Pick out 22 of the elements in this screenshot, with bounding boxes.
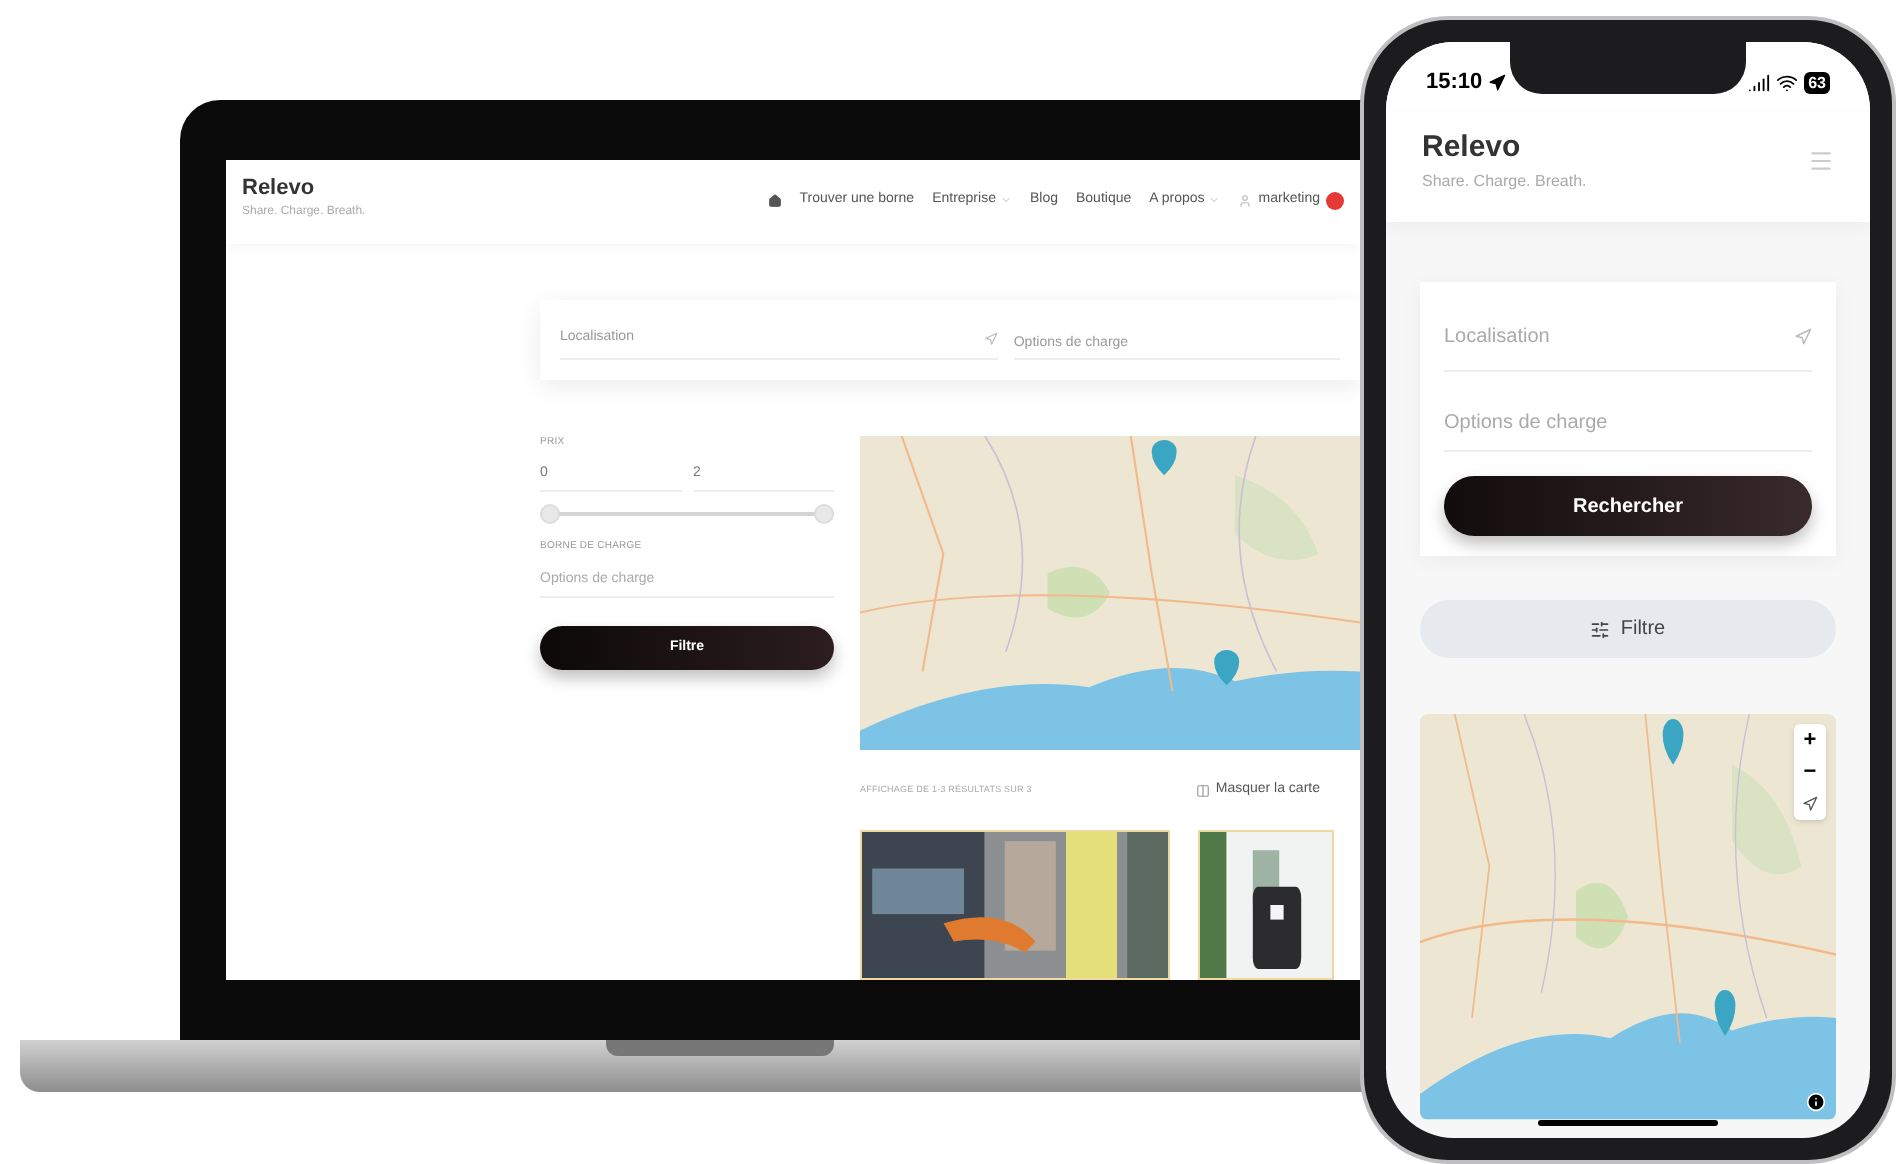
compass-icon[interactable]: [1802, 796, 1818, 813]
home-icon[interactable]: [767, 193, 782, 208]
columns-icon: [1195, 783, 1210, 798]
signal-icon: [1748, 72, 1771, 95]
battery-level: 63: [1804, 72, 1830, 95]
chevron-down-icon: [1208, 194, 1221, 207]
location-icon: [1794, 327, 1812, 346]
tagline: Share. Charge. Breath.: [1422, 170, 1587, 195]
price-slider[interactable]: [540, 503, 834, 523]
info-icon[interactable]: [1806, 1092, 1826, 1113]
search-button[interactable]: Rechercher: [1444, 476, 1812, 537]
logo[interactable]: Relevo: [1422, 132, 1587, 163]
clock: 15:10: [1426, 68, 1483, 99]
chevron-down-icon: [999, 194, 1012, 207]
sliders-icon: [1590, 619, 1611, 640]
user-icon: [1238, 193, 1253, 208]
location-arrow-icon: [1488, 74, 1507, 93]
location-icon: [983, 332, 998, 346]
zoom-button[interactable]: +: [1794, 724, 1826, 757]
zoom-button[interactable]: −: [1794, 756, 1826, 789]
filter-button[interactable]: Filtre: [1420, 600, 1836, 659]
logo[interactable]: Relevo: [242, 178, 366, 200]
